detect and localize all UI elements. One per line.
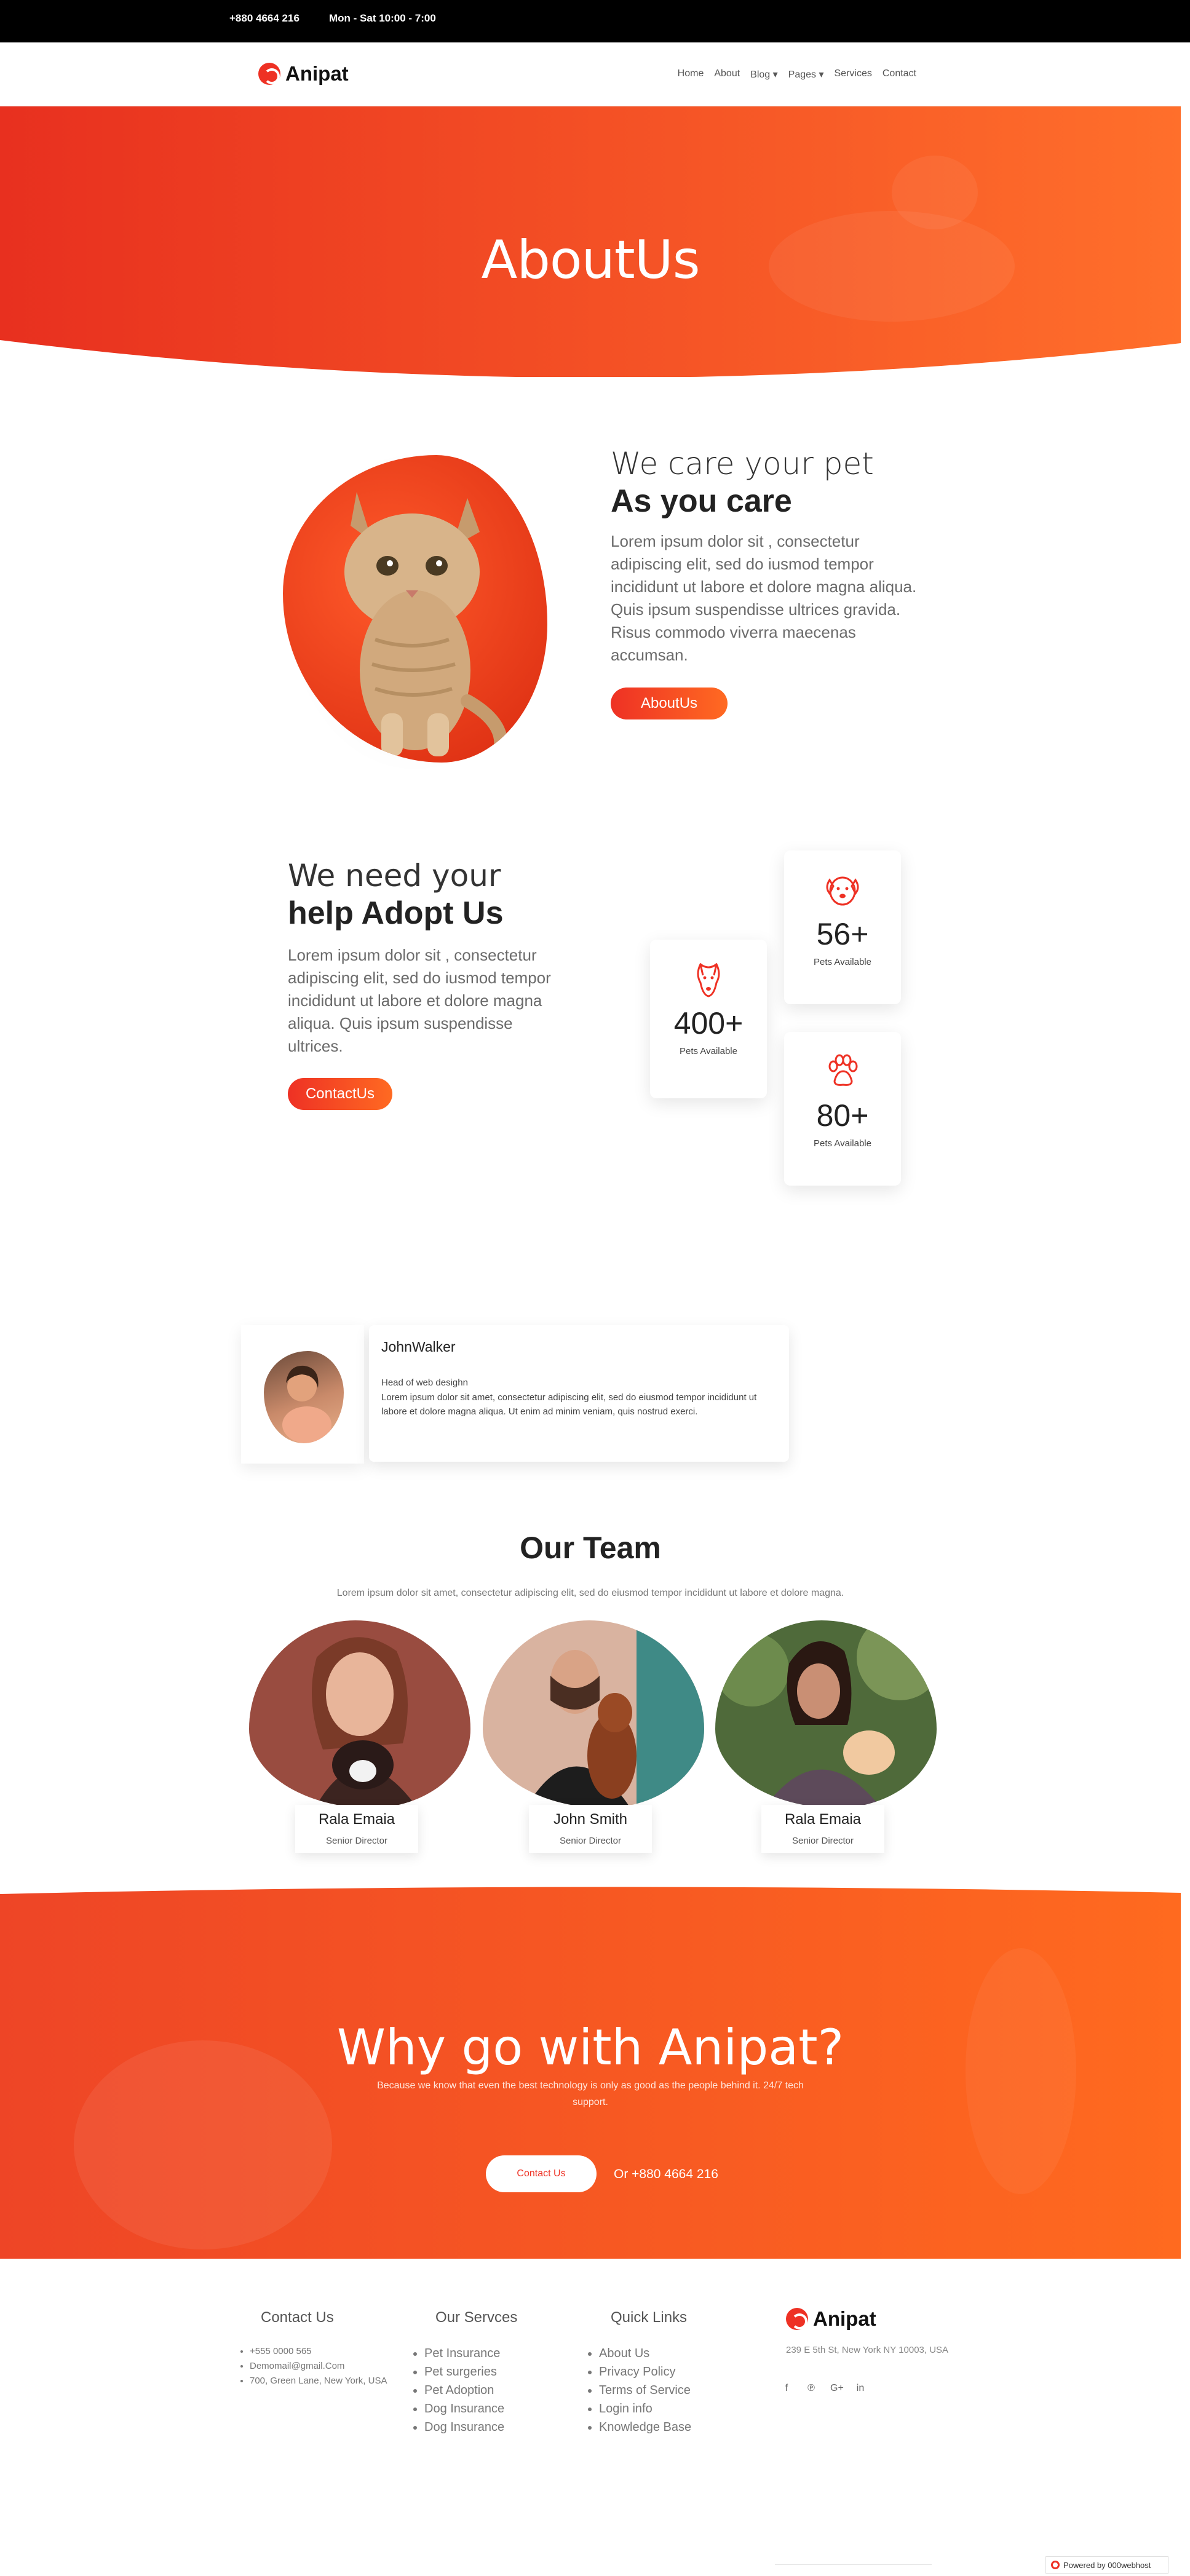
- google-plus-icon[interactable]: G+: [830, 2383, 844, 2394]
- hero-title: AboutUs: [481, 229, 700, 291]
- footer-service-link[interactable]: Pet surgeries: [424, 2363, 504, 2381]
- footer-contact-address: 700, Green Lane, New York, USA: [250, 2374, 387, 2388]
- footer-contact-heading: Contact Us: [261, 2309, 334, 2326]
- hero-banner: AboutUs: [0, 106, 1181, 377]
- testimonial-name: JohnWalker: [381, 1339, 456, 1355]
- nav-menu: Home About Blog ▾ Pages ▾ Services Conta…: [678, 68, 916, 81]
- footer-quick-link[interactable]: About Us: [599, 2344, 691, 2363]
- footer-quick-link[interactable]: Terms of Service: [599, 2381, 691, 2400]
- footer-quick-link[interactable]: Knowledge Base: [599, 2418, 691, 2436]
- team-member-photo: [249, 1620, 470, 1808]
- team-member-tag: Rala Emaia Senior Director: [761, 1805, 884, 1853]
- footer-services-list: Pet Insurance Pet surgeries Pet Adoption…: [413, 2344, 504, 2436]
- nav-services[interactable]: Services: [835, 68, 872, 81]
- contact-us-button[interactable]: ContactUs: [288, 1078, 392, 1110]
- testimonial-avatar-card: [241, 1325, 364, 1464]
- team-member-role: Senior Director: [325, 1836, 388, 1846]
- team-member-role: Senior Director: [791, 1836, 854, 1846]
- stat-label: Pets Available: [814, 1138, 871, 1149]
- nav-about[interactable]: About: [714, 68, 740, 81]
- linkedin-icon[interactable]: in: [855, 2383, 866, 2394]
- team-member-card: Rala Emaia Senior Director: [249, 1620, 470, 1854]
- logo-icon: [258, 63, 280, 85]
- footer-address: 239 E 5th St, New York NY 10003, USA: [786, 2345, 949, 2355]
- social-links: f ℗ G+ in: [781, 2383, 866, 2394]
- main-nav: Anipat Home About Blog ▾ Pages ▾ Service…: [0, 42, 1181, 106]
- about-blob: [283, 455, 547, 763]
- nav-contact[interactable]: Contact: [883, 68, 916, 81]
- cta-phone[interactable]: Or +880 4664 216: [614, 2167, 718, 2182]
- team-title: Our Team: [520, 1531, 661, 1565]
- cta-banner: Why go with Anipat? Because we know that…: [0, 1887, 1181, 2259]
- adopt-heading-line1: We need your: [288, 858, 501, 894]
- team-member-card: Rala Emaia Senior Director: [715, 1620, 937, 1854]
- team-member-name: Rala Emaia: [784, 1811, 862, 1828]
- logo-icon: [786, 2308, 808, 2330]
- team-member-role: Senior Director: [559, 1836, 622, 1846]
- kitten-illustration: [344, 492, 508, 763]
- nav-pages[interactable]: Pages ▾: [788, 68, 824, 81]
- footer-links-list: About Us Privacy Policy Terms of Service…: [588, 2344, 691, 2436]
- cta-contact-button[interactable]: Contact Us: [486, 2155, 597, 2192]
- dog-head-icon: [697, 962, 720, 997]
- footer-contact-phone[interactable]: +555 0000 565: [250, 2344, 387, 2359]
- pinterest-icon[interactable]: ℗: [806, 2383, 817, 2394]
- top-bar: +880 4664 216 Mon - Sat 10:00 - 7:00: [0, 0, 1190, 42]
- hosting-badge[interactable]: Powered by 000webhost: [1045, 2556, 1168, 2574]
- facebook-icon[interactable]: f: [781, 2383, 792, 2394]
- footer-contact-email[interactable]: Demomail@gmail.Com: [250, 2359, 387, 2374]
- stat-label: Pets Available: [680, 1046, 737, 1056]
- topbar-hours: Mon - Sat 10:00 - 7:00: [329, 12, 436, 24]
- team-member-photo: [483, 1620, 704, 1808]
- nav-blog[interactable]: Blog ▾: [750, 68, 778, 81]
- stat-card-80: 80+ Pets Available: [784, 1032, 901, 1186]
- cta-text: Because we know that even the best techn…: [377, 2080, 804, 2107]
- footer-divider: [775, 2564, 932, 2565]
- adopt-text: Lorem ipsum dolor sit , consectetur adip…: [288, 946, 551, 1055]
- about-us-button[interactable]: AboutUs: [611, 688, 728, 719]
- footer-contact-list: +555 0000 565 Demomail@gmail.Com 700, Gr…: [239, 2344, 387, 2388]
- team-member-name: Rala Emaia: [318, 1811, 395, 1828]
- testimonial-role: Head of web desighn: [381, 1377, 468, 1388]
- paw-icon: [828, 1054, 858, 1086]
- nav-home[interactable]: Home: [678, 68, 704, 81]
- footer-service-link[interactable]: Pet Adoption: [424, 2381, 504, 2400]
- stat-card-56: 56+ Pets Available: [784, 850, 901, 1004]
- team-member-tag: Rala Emaia Senior Director: [295, 1805, 418, 1853]
- about-text: Lorem ipsum dolor sit , consectetur adip…: [611, 532, 917, 664]
- testimonial-text: Lorem ipsum dolor sit amet, consectetur …: [381, 1392, 757, 1417]
- footer-service-link[interactable]: Dog Insurance: [424, 2418, 504, 2436]
- about-heading-line1: We care your pet: [611, 446, 874, 482]
- testimonial-card: JohnWalker Head of web desighn Lorem ips…: [369, 1325, 789, 1462]
- about-heading-line2: As you care: [611, 483, 792, 519]
- team-member-photo: [715, 1620, 937, 1808]
- stat-label: Pets Available: [814, 957, 871, 967]
- footer-quick-link[interactable]: Login info: [599, 2400, 691, 2418]
- stat-card-400: 400+ Pets Available: [650, 940, 767, 1098]
- logo-text: Anipat: [285, 62, 349, 85]
- footer-logo-text: Anipat: [813, 2307, 876, 2330]
- dog-face-icon: [826, 876, 859, 906]
- adopt-heading-line2: help Adopt Us: [288, 895, 504, 931]
- hosting-logo-icon: [1051, 2561, 1060, 2569]
- hosting-badge-text: Powered by 000webhost: [1063, 2560, 1151, 2570]
- footer-quick-link[interactable]: Privacy Policy: [599, 2363, 691, 2381]
- team-member-name: John Smith: [553, 1811, 628, 1828]
- avatar: [264, 1351, 344, 1443]
- topbar-phone[interactable]: +880 4664 216: [229, 12, 299, 25]
- site-logo[interactable]: Anipat: [258, 62, 349, 85]
- footer-services-heading: Our Servces: [435, 2309, 518, 2326]
- about-image: [271, 440, 560, 784]
- footer-logo[interactable]: Anipat: [786, 2307, 876, 2331]
- footer-service-link[interactable]: Pet Insurance: [424, 2344, 504, 2363]
- team-member-tag: John Smith Senior Director: [529, 1805, 652, 1853]
- cta-title: Why go with Anipat?: [336, 2019, 844, 2076]
- footer-service-link[interactable]: Dog Insurance: [424, 2400, 504, 2418]
- team-subtitle: Lorem ipsum dolor sit amet, consectetur …: [336, 1588, 844, 1598]
- stat-value: 56+: [816, 917, 869, 951]
- stat-value: 400+: [673, 1006, 744, 1040]
- footer-links-heading: Quick Links: [611, 2309, 688, 2326]
- stat-value: 80+: [816, 1098, 869, 1133]
- team-member-card: John Smith Senior Director: [483, 1620, 704, 1854]
